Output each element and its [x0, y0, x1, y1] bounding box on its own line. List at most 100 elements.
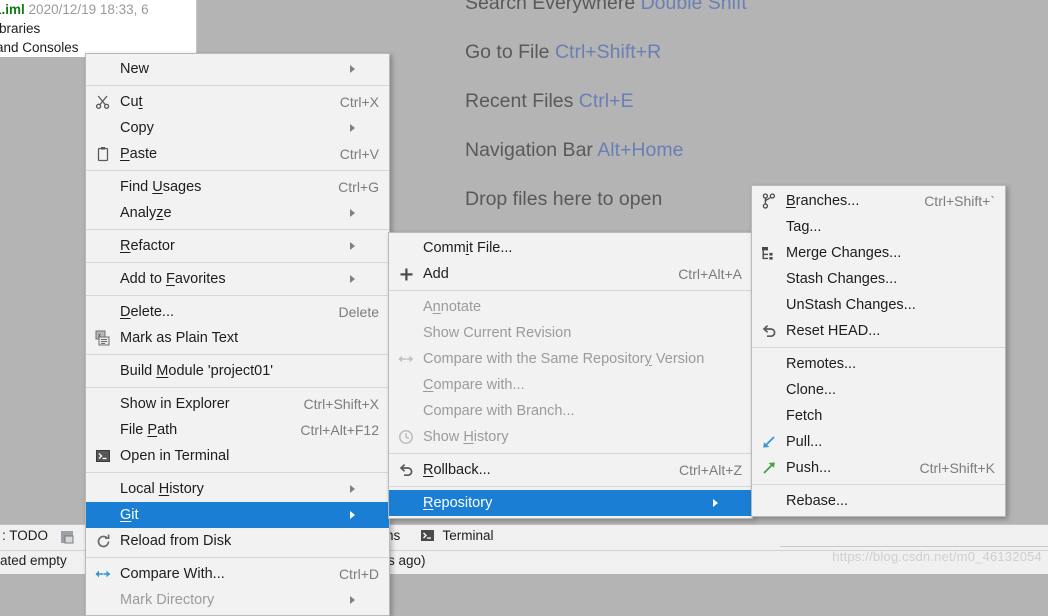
submenu-arrow-icon: [350, 275, 379, 283]
menu-item-label: Cut: [120, 94, 143, 110]
menu-item-add[interactable]: Add Ctrl+Alt+A: [389, 261, 752, 287]
menu-item-label: Add: [423, 266, 449, 282]
grid-icon[interactable]: [60, 530, 75, 548]
menu-item-icon-slot: [389, 372, 423, 398]
repository-submenu[interactable]: Branches... Ctrl+Shift+` Tag... Merge Chang…: [751, 185, 1006, 517]
reload-icon: [86, 528, 120, 554]
rollback-icon: [752, 318, 786, 344]
menu-item-analyze[interactable]: Analyze: [86, 200, 389, 226]
menu-item-label: Copy: [120, 120, 154, 136]
menu-item-repository[interactable]: Repository: [389, 490, 752, 516]
hint-navigation-bar: Navigation Bar Alt+Home: [465, 139, 885, 162]
menu-item-label: Stash Changes...: [786, 271, 898, 287]
menu-separator: [86, 295, 389, 296]
menu-item-label: UnStash Changes...: [786, 297, 916, 313]
plain-text-icon: x: [86, 325, 120, 351]
menu-item-annotate: Annotate: [389, 294, 752, 320]
project-tool-window[interactable]: t01.iml 2020/12/19 18:33, 6 ibraries and…: [0, 0, 197, 57]
menu-item-label: Git: [120, 507, 139, 523]
watermark-rule: [780, 546, 1048, 547]
menu-item-compare-with: Compare with...: [389, 372, 752, 398]
menu-item-shortcut: Delete: [338, 304, 379, 320]
submenu-arrow-icon: [713, 499, 742, 507]
menu-item-shortcut: Ctrl+Shift+`: [924, 193, 995, 209]
menu-item-rollback[interactable]: Rollback... Ctrl+Alt+Z: [389, 457, 752, 483]
menu-item-open-in-terminal[interactable]: Open in Terminal: [86, 443, 389, 469]
menu-separator: [86, 262, 389, 263]
menu-item-merge-changes[interactable]: Merge Changes...: [752, 240, 1005, 266]
scissors-icon: [86, 89, 120, 115]
menu-item-local-history[interactable]: Local History: [86, 476, 389, 502]
menu-item-stash-changes[interactable]: Stash Changes...: [752, 266, 1005, 292]
file-context-menu[interactable]: New Cut Ctrl+X Copy Paste Ctrl+V Find Usages Ct…: [85, 53, 390, 616]
menu-item-icon-slot: [752, 377, 786, 403]
menu-item-delete[interactable]: Delete... Delete: [86, 299, 389, 325]
file-name: t01.iml: [0, 2, 25, 17]
menu-item-label: Compare with the Same Repository Version: [423, 351, 705, 367]
menu-item-refactor[interactable]: Refactor: [86, 233, 389, 259]
terminal-icon: [86, 443, 120, 469]
menu-item-build-module-project01[interactable]: Build Module 'project01': [86, 358, 389, 384]
hint-key: Ctrl+Shift+R: [554, 41, 662, 63]
menu-item-git[interactable]: Git: [86, 502, 389, 528]
menu-item-label: Push...: [786, 460, 832, 476]
menu-item-add-to-favorites[interactable]: Add to Favorites: [86, 266, 389, 292]
tab-todo[interactable]: : TODO: [2, 528, 48, 543]
menu-item-unstash-changes[interactable]: UnStash Changes...: [752, 292, 1005, 318]
menu-separator: [389, 486, 752, 487]
tab-terminal[interactable]: Terminal: [420, 528, 494, 546]
clipboard-icon: [86, 141, 120, 167]
menu-item-remotes[interactable]: Remotes...: [752, 351, 1005, 377]
menu-item-label: Open in Terminal: [120, 448, 230, 464]
project-node-libraries[interactable]: ibraries: [0, 19, 196, 38]
menu-item-new[interactable]: New: [86, 56, 389, 82]
menu-item-icon-slot: [752, 214, 786, 240]
menu-item-icon-slot: [86, 266, 120, 292]
menu-item-fetch[interactable]: Fetch: [752, 403, 1005, 429]
menu-item-label: Merge Changes...: [786, 245, 902, 261]
menu-item-label: Mark Directory: [120, 592, 215, 608]
menu-item-icon-slot: [389, 320, 423, 346]
menu-item-label: Annotate: [423, 299, 482, 315]
menu-item-label: Delete...: [120, 304, 175, 320]
menu-item-icon-slot: [86, 476, 120, 502]
menu-item-shortcut: Ctrl+Alt+Z: [678, 462, 742, 478]
menu-item-find-usages[interactable]: Find Usages Ctrl+G: [86, 174, 389, 200]
push-icon: [752, 455, 786, 481]
project-file-row[interactable]: t01.iml 2020/12/19 18:33, 6: [0, 0, 196, 19]
menu-item-clone[interactable]: Clone...: [752, 377, 1005, 403]
menu-item-cut[interactable]: Cut Ctrl+X: [86, 89, 389, 115]
menu-item-icon-slot: [86, 358, 120, 384]
menu-item-show-in-explorer[interactable]: Show in Explorer Ctrl+Shift+X: [86, 391, 389, 417]
menu-separator: [86, 85, 389, 86]
menu-item-file-path[interactable]: File Path Ctrl+Alt+F12: [86, 417, 389, 443]
submenu-arrow-icon: [350, 511, 379, 519]
menu-item-copy[interactable]: Copy: [86, 115, 389, 141]
menu-item-compare-with-the-same-repository-version: Compare with the Same Repository Version: [389, 346, 752, 372]
hint-key: Double Shift: [640, 0, 747, 14]
git-submenu[interactable]: Commit File... Add Ctrl+Alt+A Annotate Show …: [388, 232, 753, 519]
menu-item-paste[interactable]: Paste Ctrl+V: [86, 141, 389, 167]
menu-item-mark-as-plain-text[interactable]: x Mark as Plain Text: [86, 325, 389, 351]
submenu-arrow-icon: [350, 124, 379, 132]
menu-item-tag[interactable]: Tag...: [752, 214, 1005, 240]
merge-icon: [752, 240, 786, 266]
menu-item-compare-with[interactable]: Compare With... Ctrl+D: [86, 561, 389, 587]
menu-item-branches[interactable]: Branches... Ctrl+Shift+`: [752, 188, 1005, 214]
hint-key: Alt+Home: [597, 139, 684, 161]
menu-item-shortcut: Ctrl+X: [339, 94, 379, 110]
menu-item-rebase[interactable]: Rebase...: [752, 488, 1005, 514]
menu-separator: [86, 354, 389, 355]
menu-item-shortcut: Ctrl+Shift+X: [303, 396, 379, 412]
watermark: https://blog.csdn.net/m0_46132054: [832, 549, 1042, 564]
menu-item-reset-head[interactable]: Reset HEAD...: [752, 318, 1005, 344]
compare-icon-dis: [389, 346, 423, 372]
menu-item-label: Compare with...: [423, 377, 525, 393]
hint-recent-files: Recent Files Ctrl+E: [465, 90, 885, 113]
menu-item-reload-from-disk[interactable]: Reload from Disk: [86, 528, 389, 554]
menu-item-pull[interactable]: Pull...: [752, 429, 1005, 455]
menu-item-commit-file[interactable]: Commit File...: [389, 235, 752, 261]
menu-item-push[interactable]: Push... Ctrl+Shift+K: [752, 455, 1005, 481]
menu-item-label: File Path: [120, 422, 178, 438]
hint-text: Navigation Bar: [465, 139, 598, 161]
